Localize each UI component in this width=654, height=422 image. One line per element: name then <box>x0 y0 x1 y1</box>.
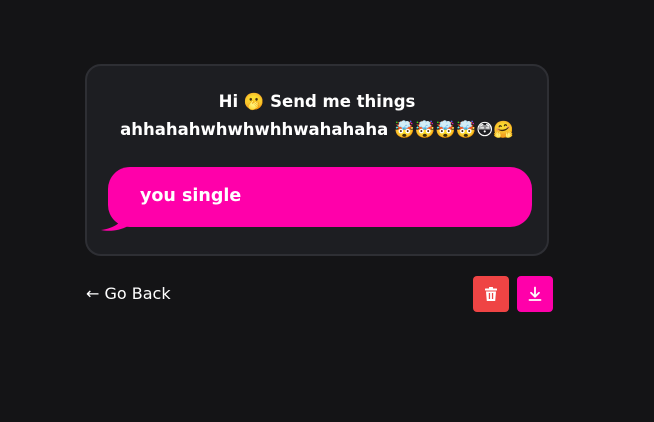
delete-button[interactable] <box>473 276 509 312</box>
prompt-line-2: ahhahahwhwhwhhwahahaha 🤯🤯🤯🤯😳🤗 <box>120 120 514 139</box>
download-icon <box>528 286 542 301</box>
prompt-line-1: Hi 🫢 Send me things <box>218 92 416 111</box>
message-card: Hi 🫢 Send me things ahhahahwhwhwhhwahaha… <box>85 64 549 256</box>
prompt-text: Hi 🫢 Send me things ahhahahwhwhwhhwahaha… <box>87 88 547 144</box>
download-button[interactable] <box>517 276 553 312</box>
trash-icon <box>485 287 497 301</box>
message-bubble: you single <box>108 167 532 227</box>
go-back-link[interactable]: ← Go Back <box>86 284 171 304</box>
message-text: you single <box>140 186 242 206</box>
